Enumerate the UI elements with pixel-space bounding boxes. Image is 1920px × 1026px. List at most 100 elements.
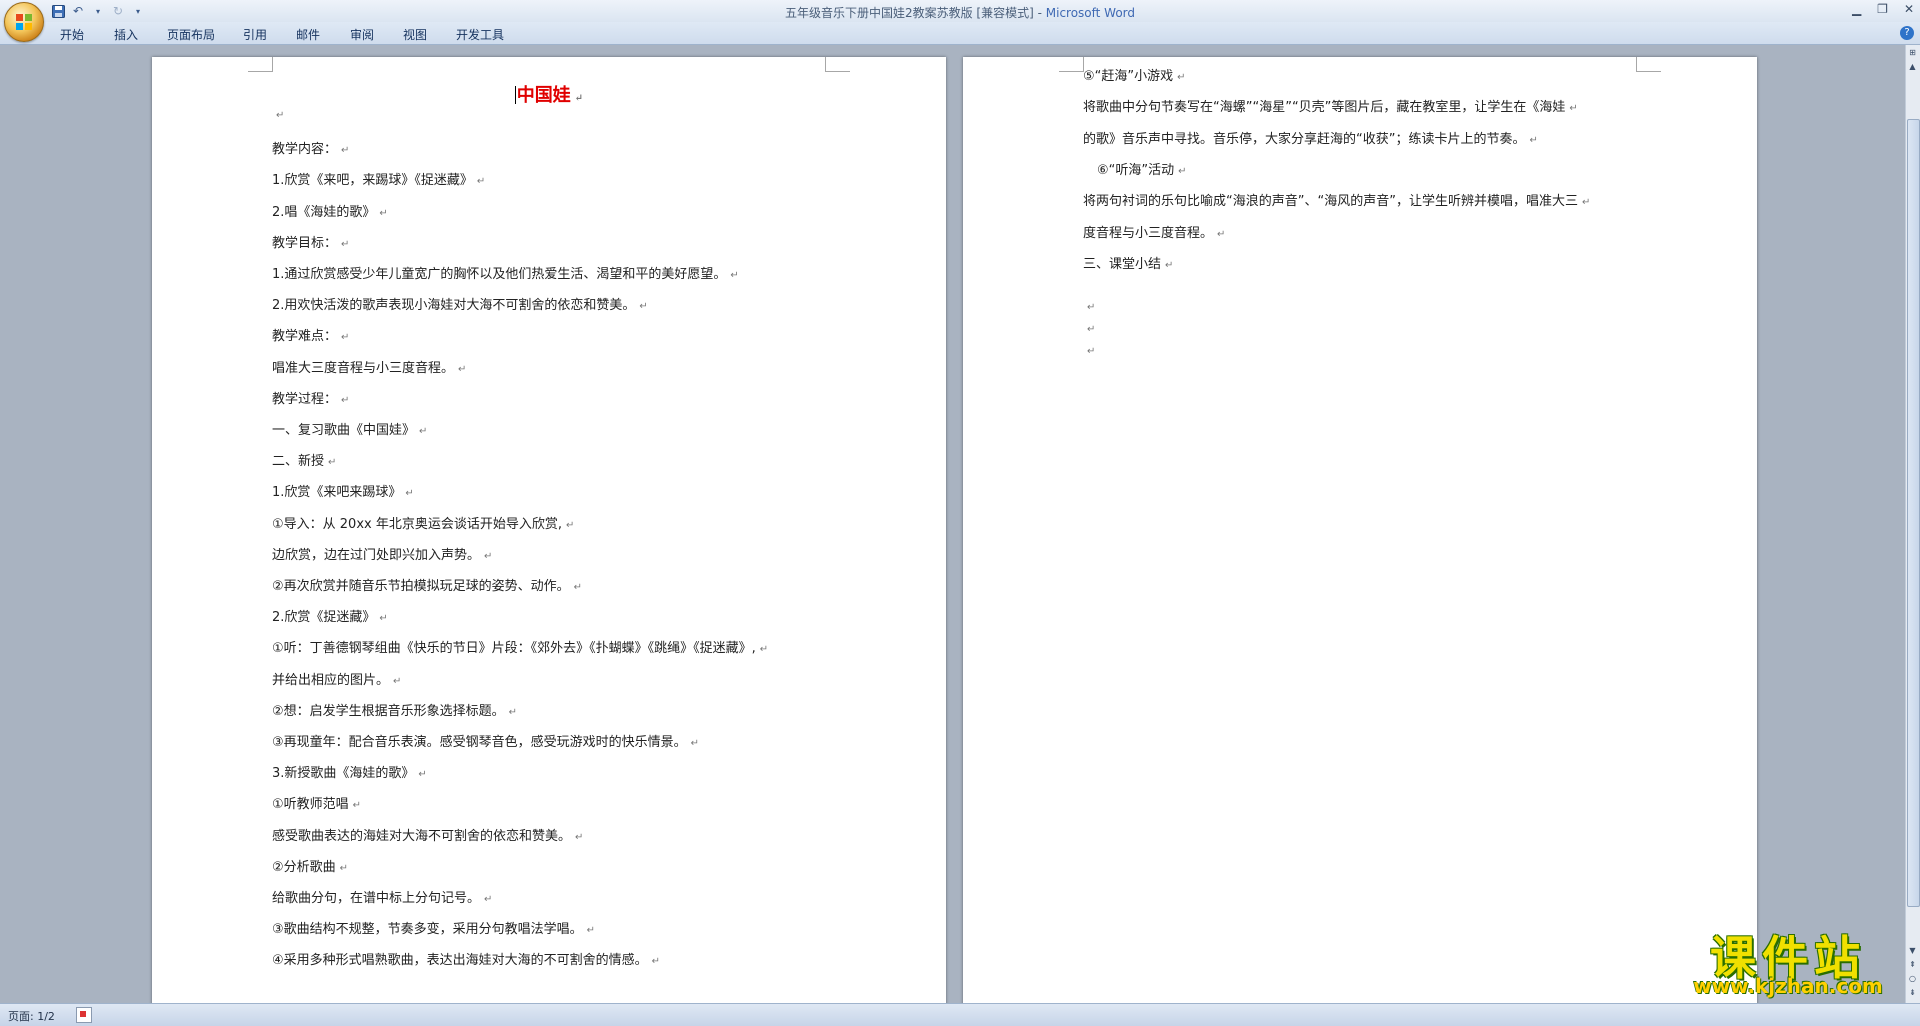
next-page-icon[interactable]: ⇟ xyxy=(1907,987,1918,998)
text-cursor xyxy=(514,86,516,104)
paragraph-mark: ↵ xyxy=(276,110,285,121)
ruler-toggle-icon[interactable]: ⊞ xyxy=(1907,47,1918,58)
paragraph-text: 1.欣赏《来吧来踢球》 xyxy=(272,485,402,501)
paragraph-text: 唱准大三度音程与小三度音程。 xyxy=(272,360,455,376)
restore-icon[interactable]: ❐ xyxy=(1877,2,1888,16)
paragraph-line: ②想：启发学生根据音乐形象选择标题。 ↵ xyxy=(272,700,517,719)
minimize-icon[interactable]: ▁ xyxy=(1852,2,1861,16)
close-icon[interactable]: ✕ xyxy=(1904,2,1914,16)
paragraph-line: 教学目标： ↵ xyxy=(272,232,349,251)
paragraph-text: 教学内容： xyxy=(272,142,338,158)
paragraph-mark: ↵ xyxy=(1217,228,1226,240)
paragraph-text: 2.唱《海娃的歌》 xyxy=(272,204,376,220)
paragraph-text: 教学目标： xyxy=(272,235,338,251)
paragraph-mark: ↵ xyxy=(730,270,739,281)
paragraph-mark: ↵ xyxy=(419,426,428,437)
paragraph-text: ④采用多种形式唱熟歌曲，表达出海娃对大海的不可割舍的情感。 xyxy=(272,953,648,969)
previous-page-icon[interactable]: ⇞ xyxy=(1907,959,1918,970)
paragraph-mark: ↵ xyxy=(1165,259,1174,271)
tab-page-layout[interactable]: 页面布局 xyxy=(167,26,215,43)
status-bar: 页面: 1/2 xyxy=(0,1003,1920,1026)
paragraph-mark: ↵ xyxy=(458,363,467,375)
paragraph-mark: ↵ xyxy=(341,394,350,406)
tab-mailings[interactable]: 邮件 xyxy=(296,26,320,43)
document-page-1[interactable]: 中国娃 ↵ ↵ 教学内容： ↵ 1.欣赏《来吧，来踢球》《捉迷藏》 ↵ 2.唱《海娃的歌》 ↵… xyxy=(152,57,946,1003)
paragraph-line: 1.欣赏《来吧，来踢球》《捉迷藏》 ↵ xyxy=(272,169,485,188)
paragraph-mark: ↵ xyxy=(341,238,350,250)
paragraph-mark: ↵ xyxy=(690,738,700,749)
tab-review[interactable]: 审阅 xyxy=(350,26,374,43)
paragraph-text: 2.欣赏《捉迷藏》 xyxy=(272,610,376,626)
paragraph-text: 的歌》音乐声中寻找。音乐停，大家分享赶海的“收获”；练读卡片上的节奏。 xyxy=(1083,131,1526,147)
tab-references[interactable]: 引用 xyxy=(243,26,267,43)
paragraph-text: 2.用欢快活泼的歌声表现小海娃对大海不可割舍的依恋和赞美。 xyxy=(272,298,636,314)
paragraph-line: 教学难点： ↵ xyxy=(272,325,349,344)
paragraph-text: 将两句衬词的乐句比喻成“海浪的声音”、“海风的声音”，让学生听辨并模唱，唱准大三 xyxy=(1083,194,1578,210)
watermark-url: www.kjzhan.com xyxy=(1693,974,1883,998)
paragraph-mark: ↵ xyxy=(484,550,493,562)
paragraph-text: 三、课堂小结 xyxy=(1083,256,1162,272)
paragraph-line: ②分析歌曲 ↵ xyxy=(272,856,348,875)
paragraph-mark: ↵ xyxy=(418,769,427,781)
select-browse-object-icon[interactable]: ○ xyxy=(1907,973,1918,984)
window-title: 五年级音乐下册中国娃2教案苏教版 [兼容模式] - Microsoft Word xyxy=(784,6,1136,20)
paragraph-line: 将歌曲中分句节奏写在“海螺”“海星”“贝壳”等图片后，藏在教室里，让学生在《海娃… xyxy=(1083,96,1578,115)
paragraph-line: ③歌曲结构不规整，节奏多变，采用分句教唱法学唱。 ↵ xyxy=(272,918,595,937)
paragraph-line: 1.欣赏《来吧来踢球》 ↵ xyxy=(272,481,414,500)
paragraph-mark: ↵ xyxy=(339,862,349,874)
paragraph-text: 3.新授歌曲《海娃的歌》 xyxy=(272,766,415,782)
tab-developer[interactable]: 开发工具 xyxy=(456,26,504,43)
paragraph-text: ②再次欣赏并随音乐节拍模拟玩足球的姿势、动作。 xyxy=(272,579,570,594)
paragraph-line: 度音程与小三度音程。 ↵ xyxy=(1083,222,1225,241)
office-button[interactable] xyxy=(4,2,44,42)
vertical-scrollbar[interactable]: ⊞ ▲ ▼ ⇞ ○ ⇟ xyxy=(1905,45,1920,1003)
tab-insert[interactable]: 插入 xyxy=(114,26,138,43)
paragraph-mark: ↵ xyxy=(341,145,350,157)
paragraph-line: ⑥“听海”活动 ↵ xyxy=(1097,159,1187,178)
paragraph-line: 三、课堂小结 ↵ xyxy=(1083,253,1173,272)
paragraph-line: 教学过程： ↵ xyxy=(272,388,349,407)
paragraph-line: 唱准大三度音程与小三度音程。 ↵ xyxy=(272,357,466,376)
paragraph-mark: ↵ xyxy=(476,176,486,188)
paragraph-line: 边欣赏，边在过门处即兴加入声势。 ↵ xyxy=(272,544,492,563)
tab-home[interactable]: 开始 xyxy=(60,26,84,43)
paragraph-text: 1.欣赏《来吧，来踢球》《捉迷藏》 xyxy=(272,173,473,189)
paragraph-text: ③再现童年：配合音乐表演。感受钢琴音色，感受玩游戏时的快乐情景。 xyxy=(272,735,687,750)
paragraph-text: ②想：启发学生根据音乐形象选择标题。 xyxy=(272,703,505,719)
title-bar: ↶ ▾ ↻ ▾ 五年级音乐下册中国娃2教案苏教版 [兼容模式] - Micros… xyxy=(0,0,1920,23)
paragraph-line: ①听：丁善德钢琴组曲《快乐的节日》片段：《郊外去》《扑蝴蝶》《跳绳》《捉迷藏》,… xyxy=(272,637,768,656)
paragraph-mark: ↵ xyxy=(1581,197,1591,209)
scroll-down-icon[interactable]: ▼ xyxy=(1907,945,1918,956)
paragraph-mark: ↵ xyxy=(574,93,584,104)
paragraph-mark: ↵ xyxy=(405,488,414,500)
help-icon[interactable]: ? xyxy=(1900,26,1914,40)
paragraph-mark: ↵ xyxy=(1087,346,1096,357)
crop-mark xyxy=(248,57,273,72)
paragraph-line: ④采用多种形式唱熟歌曲，表达出海娃对大海的不可割舍的情感。 ↵ xyxy=(272,949,660,968)
paragraph-text: 并给出相应的图片。 xyxy=(272,672,390,688)
paragraph-line: 给歌曲分句，在谱中标上分句记号。 ↵ xyxy=(272,887,492,906)
paragraph-mark: ↵ xyxy=(651,956,661,968)
paragraph-line: ↵ xyxy=(272,107,284,122)
paragraph-mark: ↵ xyxy=(1178,165,1187,177)
paragraph-line: ②再次欣赏并随音乐节拍模拟玩足球的姿势、动作。 ↵ xyxy=(272,575,582,594)
proofing-icon[interactable] xyxy=(76,1007,92,1023)
paragraph-mark: ↵ xyxy=(508,706,518,718)
scrollbar-thumb[interactable] xyxy=(1907,119,1920,907)
ribbon-tab-bar: 开始 插入 页面布局 引用 邮件 审阅 视图 开发工具 ? xyxy=(0,22,1920,45)
paragraph-mark: ↵ xyxy=(565,519,575,531)
paragraph-line: 1.通过欣赏感受少年儿童宽广的胸怀以及他们热爱生活、渴望和平的美好愿望。 ↵ xyxy=(272,263,739,282)
scroll-up-icon[interactable]: ▲ xyxy=(1907,61,1918,72)
paragraph-mark: ↵ xyxy=(586,925,596,937)
paragraph-mark: ↵ xyxy=(1087,302,1096,313)
paragraph-line: 2.唱《海娃的歌》 ↵ xyxy=(272,201,388,220)
crop-mark xyxy=(1636,57,1661,72)
page-counter[interactable]: 页面: 1/2 xyxy=(8,1008,55,1024)
document-page-2[interactable]: ⑤“赶海”小游戏 ↵ 将歌曲中分句节奏写在“海螺”“海星”“贝壳”等图片后，藏在教室… xyxy=(963,57,1757,1003)
tab-view[interactable]: 视图 xyxy=(403,26,427,43)
paragraph-text: ⑤“赶海”小游戏 xyxy=(1083,69,1174,84)
paragraph-mark: ↵ xyxy=(484,894,493,905)
paragraph-line: 一、复习歌曲《中国娃》 ↵ xyxy=(272,419,427,438)
paragraph-mark: ↵ xyxy=(759,644,769,656)
paragraph-text: ⑥“听海”活动 xyxy=(1097,162,1175,178)
